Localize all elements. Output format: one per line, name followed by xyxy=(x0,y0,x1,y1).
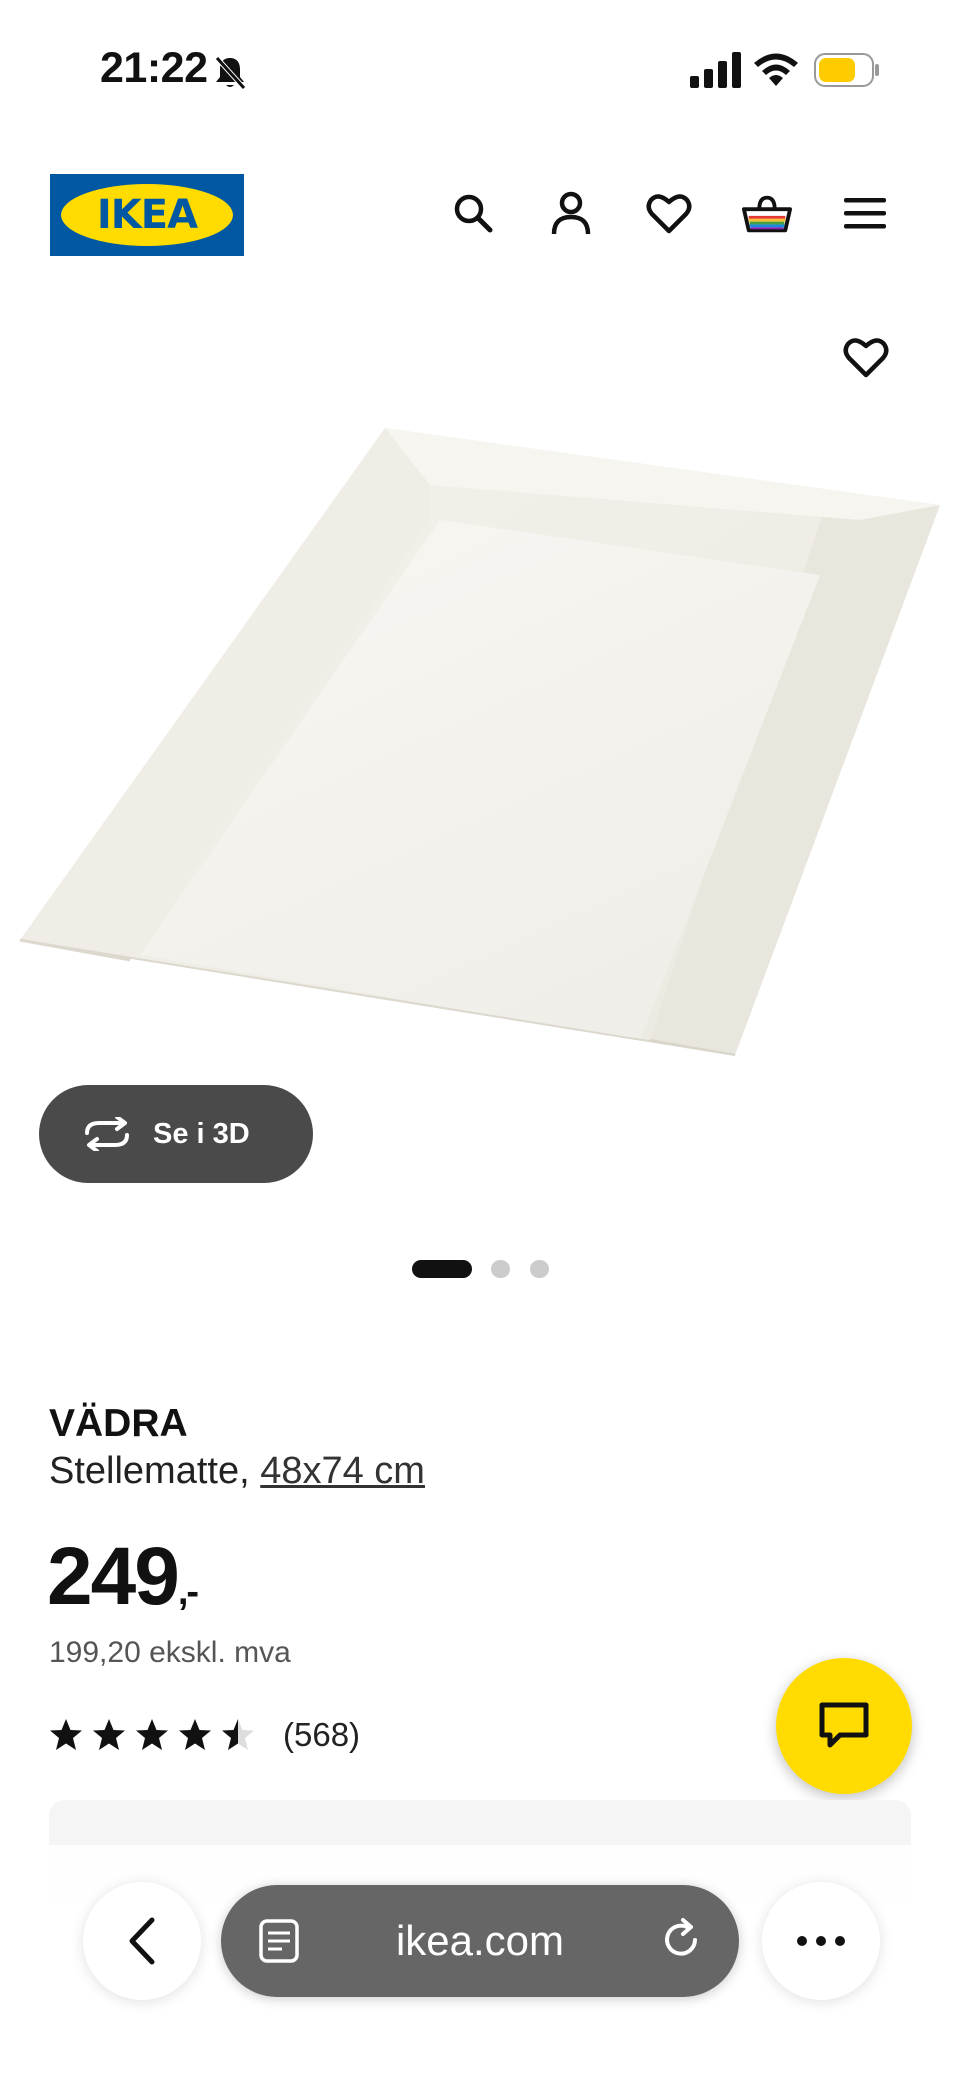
reload-icon[interactable] xyxy=(659,1917,705,1963)
more-button[interactable] xyxy=(762,1882,880,2000)
star-icon xyxy=(179,1719,211,1750)
account-icon xyxy=(551,191,591,235)
product-type: Stellematte, xyxy=(49,1450,250,1492)
product-image[interactable] xyxy=(0,400,960,1100)
price-suffix: ,- xyxy=(177,1571,199,1613)
bell-slash-icon xyxy=(215,56,246,90)
back-button[interactable] xyxy=(83,1882,201,2000)
price-value: 249 xyxy=(47,1531,180,1622)
battery-icon xyxy=(814,53,879,87)
chat-icon xyxy=(819,1702,869,1748)
heart-icon xyxy=(646,194,692,234)
carousel-dot-2[interactable] xyxy=(491,1260,510,1278)
view-3d-button[interactable]: Se i 3D xyxy=(39,1085,313,1183)
basket-button[interactable] xyxy=(742,188,792,238)
account-button[interactable] xyxy=(546,188,596,238)
star-half-icon xyxy=(222,1719,254,1750)
site-header: IKEA xyxy=(0,160,960,270)
address-bar[interactable]: ikea.com xyxy=(221,1885,739,1997)
rating-count: (568) xyxy=(283,1716,361,1753)
menu-icon xyxy=(844,198,886,229)
add-to-favourites-button[interactable] xyxy=(838,330,894,386)
carousel-dot-1[interactable] xyxy=(412,1260,472,1278)
heart-icon xyxy=(843,337,889,377)
logo-text: IKEA xyxy=(96,192,198,238)
favourites-button[interactable] xyxy=(644,188,694,238)
basket-icon xyxy=(742,195,792,233)
ikea-logo[interactable]: IKEA xyxy=(50,174,244,256)
product-description: Stellematte, 48x74 cm xyxy=(49,1450,425,1493)
carousel-dot-3[interactable] xyxy=(530,1260,549,1278)
product-rating[interactable]: (568) xyxy=(48,1710,360,1760)
product-price: 249,- xyxy=(47,1530,199,1624)
menu-button[interactable] xyxy=(840,188,890,238)
price-excl-vat: 199,20 ekskl. mva xyxy=(49,1636,291,1669)
wifi-icon xyxy=(754,53,798,86)
logo-oval: IKEA xyxy=(61,184,233,246)
product-name: VÄDRA xyxy=(49,1402,188,1445)
status-bar: 21:22 xyxy=(0,0,960,140)
signal-icon xyxy=(690,52,741,88)
star-icon xyxy=(50,1719,82,1750)
image-carousel-indicator xyxy=(0,1260,960,1280)
view-3d-label: Se i 3D xyxy=(153,1117,250,1150)
search-icon xyxy=(454,194,493,233)
status-time: 21:22 xyxy=(100,44,208,92)
chat-button[interactable] xyxy=(776,1658,912,1794)
browser-toolbar: ikea.com xyxy=(0,1845,960,2081)
product-size-link[interactable]: 48x74 cm xyxy=(260,1450,425,1492)
star-icon xyxy=(136,1719,168,1750)
star-icon xyxy=(93,1719,125,1750)
more-icon xyxy=(797,1936,845,1946)
rotate-3d-icon xyxy=(85,1117,129,1151)
search-button[interactable] xyxy=(448,188,498,238)
back-icon xyxy=(129,1917,155,1965)
